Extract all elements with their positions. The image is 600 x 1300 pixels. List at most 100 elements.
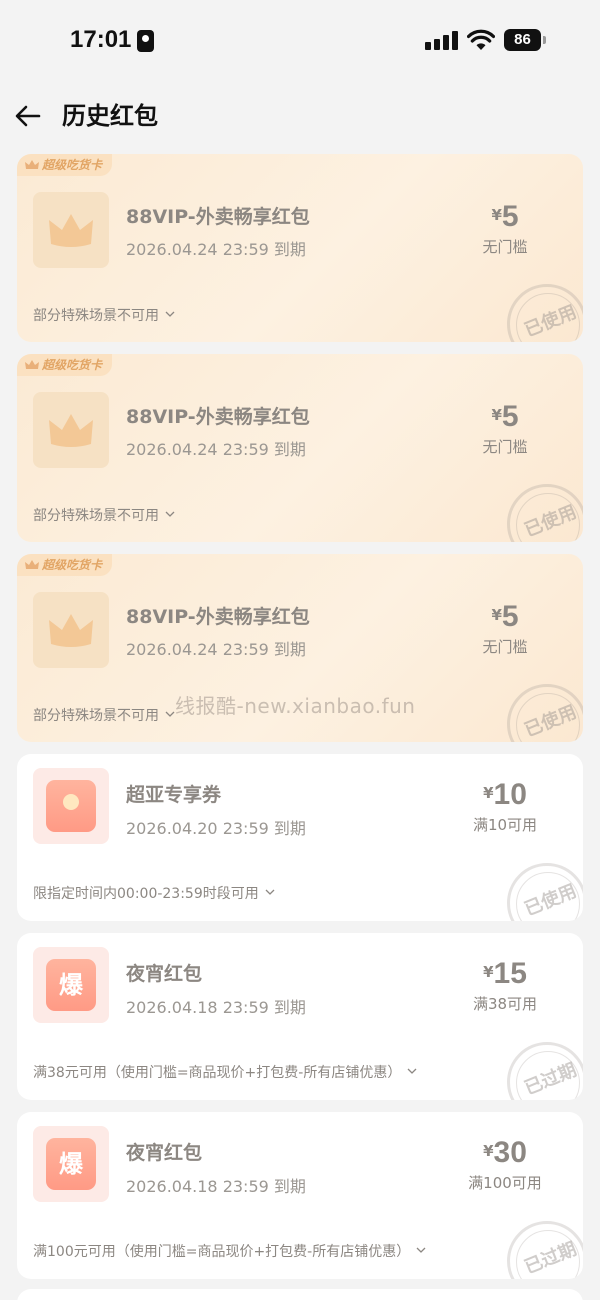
coupon-card[interactable]: 超亚专享券 2026.04.20 23:59 到期 ¥10 满10可用 限指定时…: [17, 754, 583, 921]
coupon-amount: ¥5 无门槛: [445, 200, 565, 257]
contact-card-icon: [137, 30, 154, 52]
vip-tag: 超级吃货卡: [17, 554, 113, 576]
coupon-expiry: 2026.04.20 23:59 到期: [126, 819, 306, 838]
status-bar: 17:01 86: [0, 0, 600, 80]
red-envelope-icon: [46, 780, 96, 832]
chevron-down-icon: [165, 311, 175, 317]
coupon-title: 夜宵红包: [126, 1142, 203, 1164]
coupon-rule-text: 部分特殊场景不可用: [33, 508, 159, 524]
coupon-rule-text: 部分特殊场景不可用: [33, 308, 159, 324]
vip-tag: 超级吃货卡: [17, 354, 113, 376]
coupon-condition: 无门槛: [482, 238, 528, 256]
chevron-down-icon: [265, 889, 275, 895]
coupon-rule-text: 满100元可用（使用门槛=商品现价+打包费-所有店铺优惠）: [33, 1244, 411, 1260]
coupon-thumbnail: [33, 392, 109, 468]
currency-symbol: ¥: [483, 963, 494, 981]
coupon-thumbnail: [33, 192, 109, 268]
vip-tag-label: 超级吃货卡: [42, 358, 103, 372]
page-title: 历史红包: [62, 102, 158, 130]
coupon-title: 夜宵红包: [126, 963, 203, 985]
watermark: 线报酷-new.xianbao.fun: [175, 694, 416, 718]
coupon-thumbnail: [33, 592, 109, 668]
amount-value: 5: [501, 600, 519, 633]
coupon-card-partial[interactable]: [17, 1289, 583, 1300]
crown-icon: [25, 560, 39, 569]
vip-tag-label: 超级吃货卡: [42, 558, 103, 572]
currency-symbol: ¥: [483, 784, 494, 802]
crown-icon: [25, 160, 39, 169]
coupon-rule-toggle[interactable]: 满38元可用（使用门槛=商品现价+打包费-所有店铺优惠）: [33, 1062, 417, 1082]
amount-value: 10: [493, 778, 527, 811]
boom-icon-text: 爆: [59, 1150, 83, 1178]
amount-value: 5: [501, 200, 519, 233]
currency-symbol: ¥: [491, 406, 502, 424]
currency-symbol: ¥: [483, 1142, 494, 1160]
coupon-amount: ¥5 无门槛: [445, 400, 565, 457]
coupon-rule-toggle[interactable]: 部分特殊场景不可用: [33, 705, 175, 725]
cellular-signal-icon: [425, 30, 459, 50]
currency-symbol: ¥: [491, 206, 502, 224]
amount-value: 5: [501, 400, 519, 433]
stamp-text: 已使用: [521, 701, 580, 742]
coupon-rule-toggle[interactable]: 限指定时间内00:00-23:59时段可用: [33, 883, 275, 903]
vip-tag: 超级吃货卡: [17, 154, 113, 176]
coupon-condition: 满10可用: [472, 816, 538, 834]
boom-icon-text: 爆: [59, 971, 83, 999]
chevron-down-icon: [165, 711, 175, 717]
wifi-icon: [467, 29, 495, 50]
coupon-thumbnail: 爆: [33, 1126, 109, 1202]
coupon-amount: ¥15 满38可用: [445, 957, 565, 1014]
crown-icon: [49, 214, 93, 247]
back-arrow-icon[interactable]: [12, 100, 44, 132]
currency-symbol: ¥: [491, 606, 502, 624]
coupon-expiry: 2026.04.18 23:59 到期: [126, 998, 306, 1017]
expired-stamp: 已过期: [507, 1221, 583, 1279]
boom-icon: 爆: [46, 1138, 96, 1190]
coupon-title: 88VIP-外卖畅享红包: [126, 206, 310, 228]
coupon-rule-text: 满38元可用（使用门槛=商品现价+打包费-所有店铺优惠）: [33, 1065, 402, 1081]
stamp-text: 已过期: [521, 1059, 580, 1100]
vip-tag-label: 超级吃货卡: [42, 158, 103, 172]
coupon-expiry: 2026.04.24 23:59 到期: [126, 640, 306, 659]
crown-icon: [25, 360, 39, 369]
used-stamp: 已使用: [507, 863, 583, 921]
amount-value: 15: [493, 957, 527, 990]
coupon-condition: 无门槛: [482, 438, 528, 456]
used-stamp: 已使用: [507, 684, 583, 742]
coupon-condition: 满38可用: [472, 995, 538, 1013]
coupon-title: 88VIP-外卖畅享红包: [126, 606, 310, 628]
nav-bar: 历史红包: [0, 86, 600, 142]
coupon-amount: ¥10 满10可用: [445, 778, 565, 835]
coupon-rule-text: 部分特殊场景不可用: [33, 708, 159, 724]
used-stamp: 已使用: [507, 284, 583, 342]
stamp-text: 已使用: [521, 301, 580, 342]
coupon-expiry: 2026.04.24 23:59 到期: [126, 440, 306, 459]
battery-icon: 86: [504, 29, 546, 51]
used-stamp: 已使用: [507, 484, 583, 542]
coupon-amount: ¥30 满100可用: [445, 1136, 565, 1193]
crown-icon: [49, 414, 93, 447]
coupon-card[interactable]: 超级吃货卡 88VIP-外卖畅享红包 2026.04.24 23:59 到期 ¥…: [17, 354, 583, 542]
coupon-thumbnail: [33, 768, 109, 844]
amount-value: 30: [493, 1136, 527, 1169]
coupon-rule-toggle[interactable]: 部分特殊场景不可用: [33, 305, 175, 325]
stamp-text: 已过期: [521, 1238, 580, 1279]
chevron-down-icon: [416, 1247, 426, 1253]
coupon-card[interactable]: 爆 夜宵红包 2026.04.18 23:59 到期 ¥30 满100可用 满1…: [17, 1112, 583, 1279]
coupon-expiry: 2026.04.24 23:59 到期: [126, 240, 306, 259]
chevron-down-icon: [407, 1068, 417, 1074]
coupon-card[interactable]: 超级吃货卡 88VIP-外卖畅享红包 2026.04.24 23:59 到期 ¥…: [17, 154, 583, 342]
coupon-list: 超级吃货卡 88VIP-外卖畅享红包 2026.04.24 23:59 到期 ¥…: [17, 154, 583, 1291]
coupon-rule-toggle[interactable]: 满100元可用（使用门槛=商品现价+打包费-所有店铺优惠）: [33, 1241, 426, 1261]
coupon-rule-toggle[interactable]: 部分特殊场景不可用: [33, 505, 175, 525]
coupon-title: 88VIP-外卖畅享红包: [126, 406, 310, 428]
coupon-amount: ¥5 无门槛: [445, 600, 565, 657]
stamp-text: 已使用: [521, 880, 580, 921]
chevron-down-icon: [165, 511, 175, 517]
crown-icon: [49, 614, 93, 647]
coupon-card[interactable]: 爆 夜宵红包 2026.04.18 23:59 到期 ¥15 满38可用 满38…: [17, 933, 583, 1100]
battery-level: 86: [504, 29, 541, 51]
coupon-rule-text: 限指定时间内00:00-23:59时段可用: [33, 886, 259, 902]
coupon-condition: 无门槛: [482, 638, 528, 656]
coupon-thumbnail: 爆: [33, 947, 109, 1023]
